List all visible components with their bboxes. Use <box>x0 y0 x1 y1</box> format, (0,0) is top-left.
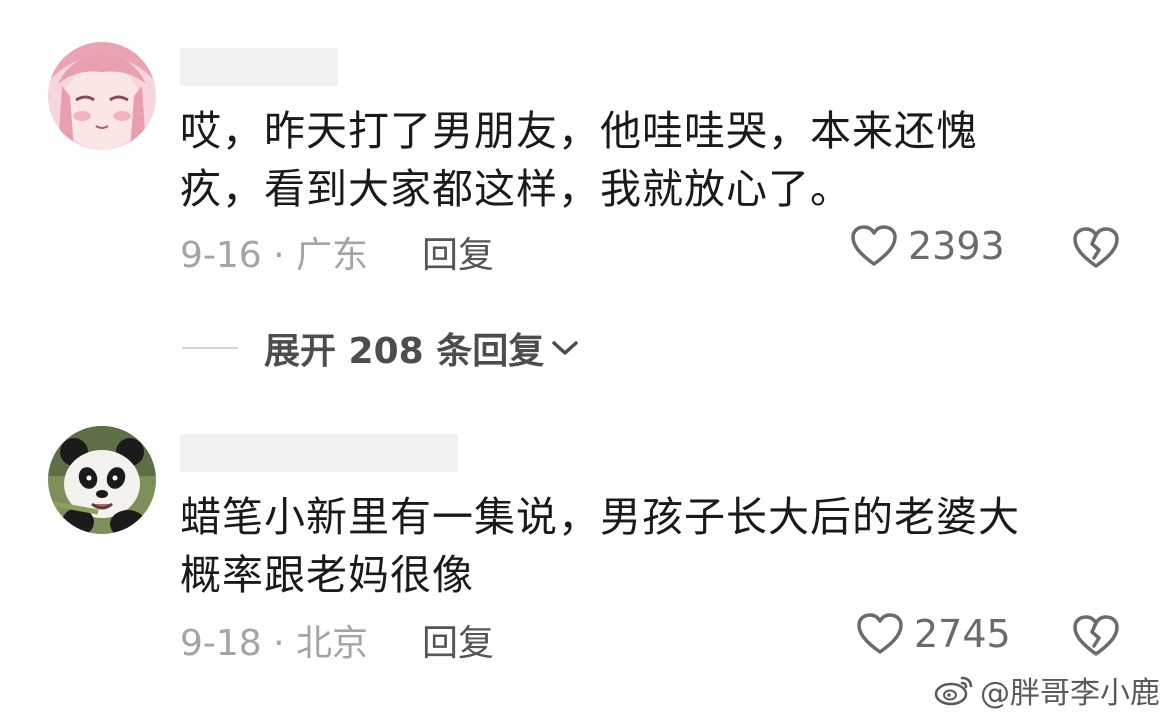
avatar[interactable] <box>48 42 156 150</box>
watermark: @胖哥李小鹿 <box>934 668 1160 712</box>
watermark-text: @胖哥李小鹿 <box>980 676 1160 711</box>
comment-text-line: 哎，昨天打了男朋友，他哇哇哭，本来还愧 <box>180 107 978 155</box>
like-button[interactable]: 2745 <box>856 612 1011 656</box>
heart-outline-icon <box>857 613 903 654</box>
broken-heart-icon <box>1073 615 1119 656</box>
avatar[interactable] <box>48 426 156 534</box>
comment-text: 蜡笔小新里有一集说，男孩子长大后的老婆大 概率跟老妈很像 <box>180 488 1080 604</box>
anime-girl-avatar <box>48 42 156 150</box>
broken-heart-icon <box>1073 227 1119 268</box>
dislike-button[interactable] <box>1072 226 1120 274</box>
divider <box>182 347 238 349</box>
comment-text-line: 疚，看到大家都这样，我就放心了。 <box>180 165 852 213</box>
heart-outline-icon <box>851 225 897 266</box>
username-redacted <box>180 48 338 86</box>
comment-text-line: 蜡笔小新里有一集说，男孩子长大后的老婆大 <box>180 493 1020 541</box>
comment-date-location: 9-16 · 广东 <box>180 235 369 276</box>
expand-replies-button[interactable]: 展开 208 条回复 <box>182 322 580 374</box>
dislike-button[interactable] <box>1072 614 1120 662</box>
username-redacted <box>180 434 458 472</box>
reply-button[interactable]: 回复 <box>422 226 494 278</box>
comment-date-location: 9-18 · 北京 <box>180 623 369 664</box>
like-button[interactable]: 2393 <box>850 224 1005 268</box>
like-count: 2745 <box>914 612 1011 656</box>
comment-text: 哎，昨天打了男朋友，他哇哇哭，本来还愧 疚，看到大家都这样，我就放心了。 <box>180 102 1080 218</box>
like-count: 2393 <box>908 224 1005 268</box>
reply-button[interactable]: 回复 <box>422 614 494 666</box>
expand-replies-label: 展开 208 条回复 <box>264 331 545 372</box>
comment-list: 哎，昨天打了男朋友，他哇哇哭，本来还愧 疚，看到大家都这样，我就放心了。 9-1… <box>0 0 1170 716</box>
chevron-down-icon <box>552 341 578 355</box>
panda-avatar <box>48 426 156 534</box>
comment-text-line: 概率跟老妈很像 <box>180 551 474 599</box>
weibo-logo-icon <box>934 676 973 706</box>
